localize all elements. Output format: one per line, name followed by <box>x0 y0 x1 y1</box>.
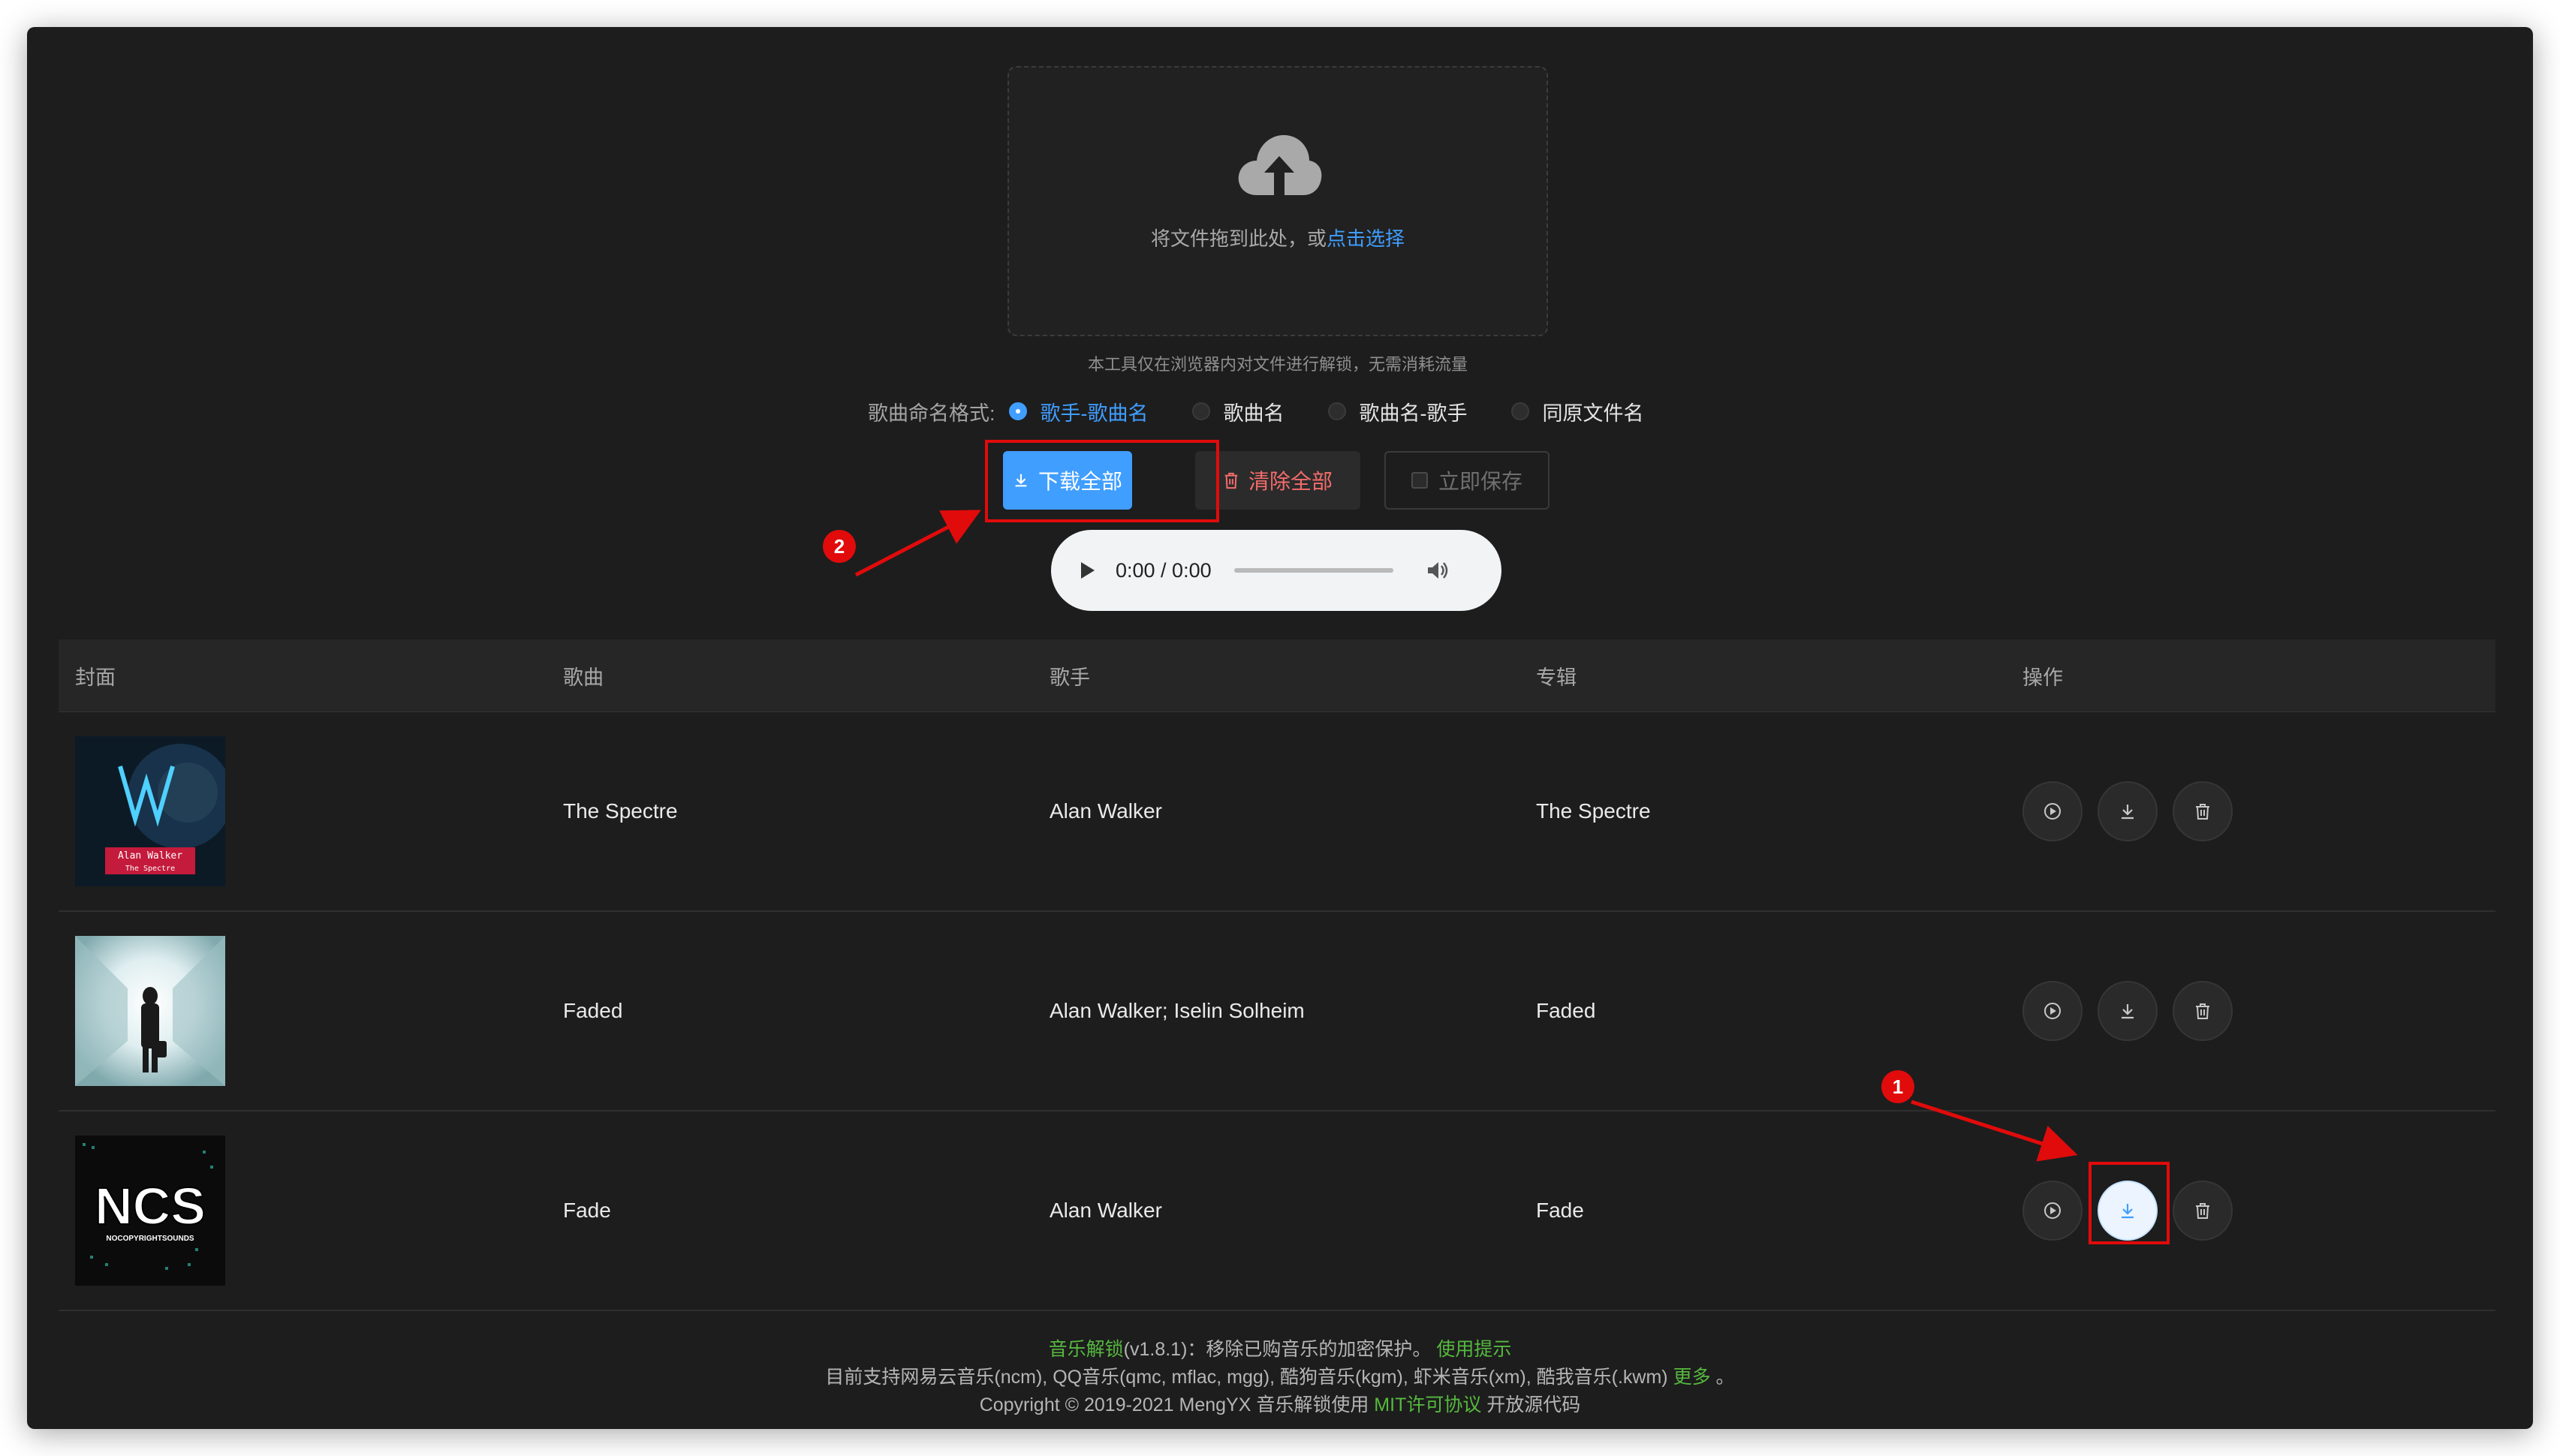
license-link[interactable]: MIT许可协议 <box>1374 1394 1481 1415</box>
play-button[interactable] <box>2022 1181 2083 1241</box>
song-cell: The Spectre <box>563 799 678 823</box>
header-album: 专辑 <box>1536 666 1577 689</box>
download-button[interactable] <box>2098 781 2158 841</box>
naming-format-group: 歌曲命名格式: 歌手-歌曲名 歌曲名 歌曲名-歌手 同原文件名 <box>868 396 1688 426</box>
trash-icon <box>1224 472 1238 489</box>
trash-icon <box>2196 1203 2209 1219</box>
table-row: Faded Alan Walker; Iselin Solheim Faded <box>59 912 2495 1112</box>
select-file-link[interactable]: 点击选择 <box>1327 227 1405 250</box>
radio-song[interactable]: 歌曲名 <box>1191 397 1285 426</box>
save-now-checkbox[interactable]: 立即保存 <box>1384 451 1550 510</box>
footer-line-3: Copyright © 2019-2021 MengYX 音乐解锁使用 MIT许… <box>27 1391 2533 1419</box>
player-time: 0:00 / 0:00 <box>1116 558 1212 582</box>
artist-cell: Alan Walker <box>1050 1199 1162 1222</box>
upload-hint: 将文件拖到此处，或点击选择 <box>1009 224 1547 251</box>
checkbox-box <box>1411 472 1428 489</box>
song-cell: Fade <box>563 1199 611 1222</box>
delete-button[interactable] <box>2173 981 2233 1041</box>
radio-dot <box>1510 402 1529 420</box>
play-circle-icon <box>2044 1202 2061 1219</box>
album-cell: The Spectre <box>1536 799 1651 823</box>
period-text: 。 <box>1715 1367 1735 1388</box>
artist-cell: Alan Walker <box>1050 799 1162 823</box>
album-cell: Faded <box>1536 999 1596 1022</box>
cover-text: NCS <box>95 1177 206 1235</box>
save-now-label: 立即保存 <box>1438 470 1522 493</box>
app-name-link[interactable]: 音乐解锁 <box>1049 1339 1124 1360</box>
radio-dot <box>1008 402 1027 420</box>
progress-slider[interactable] <box>1233 568 1393 573</box>
arrow-2 <box>854 510 981 577</box>
header-song: 歌曲 <box>563 666 604 689</box>
delete-button[interactable] <box>2173 781 2233 841</box>
play-icon[interactable] <box>1081 562 1095 579</box>
delete-button[interactable] <box>2173 1181 2233 1241</box>
upload-tip: 本工具仅在浏览器内对文件进行解锁，无需消耗流量 <box>1087 355 1468 374</box>
cover-subtext: NOCOPYRIGHTSOUNDS <box>106 1235 194 1243</box>
album-cover: NCS NOCOPYRIGHTSOUNDS <box>75 1136 225 1286</box>
download-icon <box>2122 805 2134 820</box>
play-button[interactable] <box>2022 781 2083 841</box>
header-cover: 封面 <box>75 666 116 689</box>
audio-player: 0:00 / 0:00 <box>1051 530 1501 611</box>
radio-label: 歌手-歌曲名 <box>1040 402 1149 425</box>
copyright-text: Copyright © 2019-2021 MengYX 音乐解锁使用 <box>979 1394 1369 1415</box>
more-link[interactable]: 更多 <box>1673 1367 1711 1388</box>
play-circle-icon <box>2044 1003 2061 1019</box>
album-cover: Alan Walker The Spectre <box>75 736 225 886</box>
ops-cell <box>2006 781 2495 841</box>
annotation-badge-1: 1 <box>1881 1070 1914 1103</box>
song-cell: Faded <box>563 999 623 1022</box>
radio-dot <box>1327 402 1346 420</box>
upload-dropzone[interactable]: 将文件拖到此处，或点击选择 <box>1007 66 1548 336</box>
radio-original-filename[interactable]: 同原文件名 <box>1510 397 1644 426</box>
cover-subtext: The Spectre <box>125 865 175 873</box>
download-icon <box>2122 1004 2134 1019</box>
radio-dot <box>1191 402 1210 420</box>
ops-cell <box>2006 981 2495 1041</box>
upload-hint-text: 将文件拖到此处，或 <box>1150 227 1327 250</box>
cover-cell <box>59 936 547 1086</box>
radio-song-artist[interactable]: 歌曲名-歌手 <box>1327 397 1468 426</box>
volume-icon[interactable] <box>1426 560 1450 581</box>
header-artist: 歌手 <box>1050 666 1090 689</box>
radio-label: 同原文件名 <box>1542 402 1644 425</box>
radio-label: 歌曲名-歌手 <box>1359 402 1468 425</box>
album-cover <box>75 936 225 1086</box>
play-circle-icon <box>2044 803 2061 820</box>
ops-cell <box>2006 1181 2495 1241</box>
artist-cell: Alan Walker; Iselin Solheim <box>1050 999 1305 1022</box>
cloud-upload-icon <box>1238 135 1322 195</box>
source-link[interactable]: 开放源代码 <box>1486 1394 1580 1415</box>
footer-line-1: 音乐解锁(v1.8.1)：移除已购音乐的加密保护。 使用提示 <box>27 1336 2533 1364</box>
footer-line-2: 目前支持网易云音乐(ncm), QQ音乐(qmc, mflac, mgg), 酷… <box>27 1364 2533 1391</box>
table-header: 封面 歌曲 歌手 专辑 操作 <box>59 639 2495 712</box>
header-ops: 操作 <box>2022 666 2063 689</box>
annotation-badge-2: 2 <box>823 530 856 563</box>
cover-text: Alan Walker <box>118 850 182 862</box>
radio-label: 歌曲名 <box>1223 402 1285 425</box>
trash-icon <box>2196 1003 2209 1019</box>
version-text: (v1.8.1)：移除已购音乐的加密保护。 <box>1123 1339 1432 1360</box>
naming-format-label: 歌曲命名格式: <box>868 402 995 425</box>
trash-icon <box>2196 804 2209 820</box>
supported-formats-text: 目前支持网易云音乐(ncm), QQ音乐(qmc, mflac, mgg), 酷… <box>825 1367 1668 1388</box>
clear-all-button[interactable]: 清除全部 <box>1195 451 1360 510</box>
table-row: Alan Walker The Spectre The Spectre Alan… <box>59 712 2495 912</box>
radio-artist-song[interactable]: 歌手-歌曲名 <box>1008 397 1149 426</box>
cover-cell: NCS NOCOPYRIGHTSOUNDS <box>59 1136 547 1286</box>
usage-tips-link[interactable]: 使用提示 <box>1436 1339 1511 1360</box>
clear-all-label: 清除全部 <box>1248 470 1333 493</box>
cover-cell: Alan Walker The Spectre <box>59 736 547 886</box>
play-button[interactable] <box>2022 981 2083 1041</box>
album-cell: Fade <box>1536 1199 1584 1222</box>
app-window: 将文件拖到此处，或点击选择 本工具仅在浏览器内对文件进行解锁，无需消耗流量 歌曲… <box>27 27 2533 1429</box>
highlight-box-download-all <box>985 440 1219 522</box>
footer: 音乐解锁(v1.8.1)：移除已购音乐的加密保护。 使用提示 目前支持网易云音乐… <box>27 1336 2533 1419</box>
highlight-box-row-download <box>2089 1162 2170 1244</box>
download-button[interactable] <box>2098 981 2158 1041</box>
